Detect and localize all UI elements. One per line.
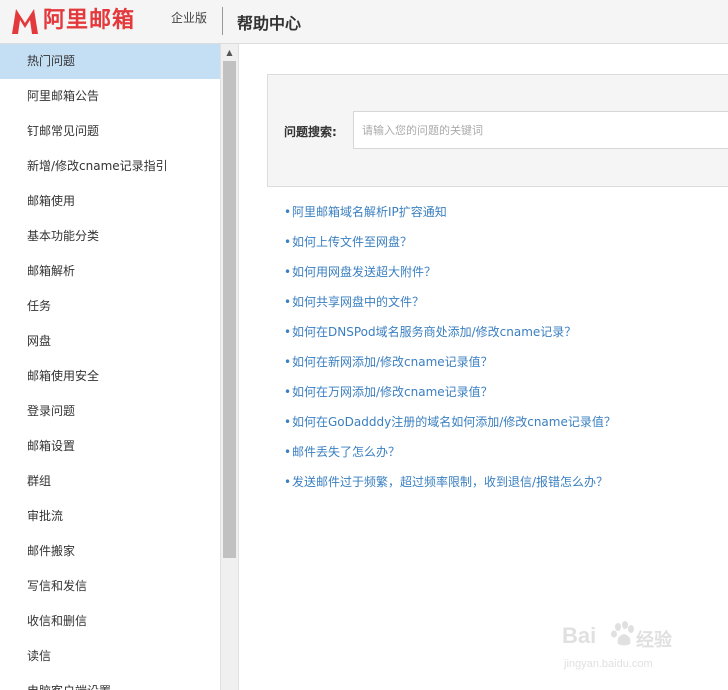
- sidebar-scrollbar[interactable]: ▲: [220, 44, 239, 690]
- search-input[interactable]: [353, 111, 728, 149]
- search-panel: 问题搜索:: [267, 74, 728, 187]
- faq-link[interactable]: 如何上传文件至网盘？: [292, 235, 412, 249]
- list-item: •如何用网盘发送超大附件？: [284, 261, 616, 291]
- bullet-icon: •: [284, 265, 292, 279]
- baidu-paw-icon: [611, 621, 634, 646]
- faq-link[interactable]: 发送邮件过于频繁，超过频率限制，收到退信/报错怎么办？: [292, 475, 608, 489]
- faq-link[interactable]: 如何用网盘发送超大附件？: [292, 265, 436, 279]
- bullet-icon: •: [284, 445, 292, 459]
- sidebar-item-mail-usage[interactable]: 邮箱使用: [0, 184, 220, 219]
- sidebar-item-settings[interactable]: 邮箱设置: [0, 429, 220, 464]
- baidu-jingyan-watermark: Bai 经验 jingyan.baidu.com: [558, 620, 728, 690]
- sidebar-item-mail-dns[interactable]: 邮箱解析: [0, 254, 220, 289]
- bullet-icon: •: [284, 385, 292, 399]
- sidebar-item-security[interactable]: 邮箱使用安全: [0, 359, 220, 394]
- sidebar: 热门问题 阿里邮箱公告 钉邮常见问题 新增/修改cname记录指引 邮箱使用 基…: [0, 44, 220, 690]
- watermark-brand: Bai: [562, 623, 597, 648]
- bullet-icon: •: [284, 475, 292, 489]
- sidebar-item-compose-send[interactable]: 写信和发信: [0, 569, 220, 604]
- sidebar-item-desktop-client[interactable]: 电脑客户端设置: [0, 674, 220, 690]
- sidebar-item-login[interactable]: 登录问题: [0, 394, 220, 429]
- sidebar-item-groups[interactable]: 群组: [0, 464, 220, 499]
- faq-link[interactable]: 如何在新网添加/修改cname记录值？: [292, 355, 493, 369]
- sidebar-item-cname-guide[interactable]: 新增/修改cname记录指引: [0, 149, 220, 184]
- scrollbar-thumb[interactable]: [223, 61, 236, 558]
- header-divider: [222, 7, 223, 35]
- faq-link[interactable]: 如何在DNSPod域名服务商处添加/修改cname记录？: [292, 325, 576, 339]
- faq-list: •阿里邮箱域名解析IP扩容通知 •如何上传文件至网盘？ •如何用网盘发送超大附件…: [284, 201, 616, 501]
- watermark-jingyan: 经验: [636, 630, 672, 651]
- top-header: 阿里邮箱 企业版 帮助中心: [0, 0, 728, 44]
- search-label: 问题搜索:: [284, 125, 337, 139]
- aliyun-mail-logo-icon[interactable]: [10, 6, 40, 36]
- bullet-icon: •: [284, 325, 292, 339]
- sidebar-item-read[interactable]: 读信: [0, 639, 220, 674]
- list-item: •如何在新网添加/修改cname记录值？: [284, 351, 616, 381]
- sidebar-item-hot-questions[interactable]: 热门问题: [0, 44, 220, 79]
- sidebar-item-basic-features[interactable]: 基本功能分类: [0, 219, 220, 254]
- faq-link[interactable]: 邮件丢失了怎么办？: [292, 445, 400, 459]
- main-content: 问题搜索: •阿里邮箱域名解析IP扩容通知 •如何上传文件至网盘？ •如何用网盘…: [238, 44, 728, 690]
- sidebar-item-dingmail-faq[interactable]: 钉邮常见问题: [0, 114, 220, 149]
- logo-text[interactable]: 阿里邮箱: [43, 5, 135, 37]
- bullet-icon: •: [284, 355, 292, 369]
- watermark-url: jingyan.baidu.com: [564, 658, 653, 670]
- sidebar-item-announcements[interactable]: 阿里邮箱公告: [0, 79, 220, 114]
- page-title: 帮助中心: [237, 14, 302, 33]
- sidebar-item-tasks[interactable]: 任务: [0, 289, 220, 324]
- list-item: •如何在GoDadddy注册的域名如何添加/修改cname记录值？: [284, 411, 616, 441]
- sidebar-item-migration[interactable]: 邮件搬家: [0, 534, 220, 569]
- list-item: •阿里邮箱域名解析IP扩容通知: [284, 201, 616, 231]
- list-item: •如何共享网盘中的文件？: [284, 291, 616, 321]
- sidebar-item-receive-delete[interactable]: 收信和删信: [0, 604, 220, 639]
- sidebar-item-netdisk[interactable]: 网盘: [0, 324, 220, 359]
- edition-label: 企业版: [171, 11, 208, 25]
- list-item: •如何在万网添加/修改cname记录值？: [284, 381, 616, 411]
- list-item: •邮件丢失了怎么办？: [284, 441, 616, 471]
- bullet-icon: •: [284, 295, 292, 309]
- list-item: •如何在DNSPod域名服务商处添加/修改cname记录？: [284, 321, 616, 351]
- bullet-icon: •: [284, 235, 292, 249]
- faq-link[interactable]: 阿里邮箱域名解析IP扩容通知: [292, 205, 447, 219]
- list-item: •如何上传文件至网盘？: [284, 231, 616, 261]
- faq-link[interactable]: 如何在GoDadddy注册的域名如何添加/修改cname记录值？: [292, 415, 616, 429]
- scroll-up-arrow-icon[interactable]: ▲: [221, 44, 238, 61]
- bullet-icon: •: [284, 415, 292, 429]
- bullet-icon: •: [284, 205, 292, 219]
- faq-link[interactable]: 如何共享网盘中的文件？: [292, 295, 424, 309]
- faq-link[interactable]: 如何在万网添加/修改cname记录值？: [292, 385, 493, 399]
- sidebar-item-approval[interactable]: 审批流: [0, 499, 220, 534]
- list-item: •发送邮件过于频繁，超过频率限制，收到退信/报错怎么办？: [284, 471, 616, 501]
